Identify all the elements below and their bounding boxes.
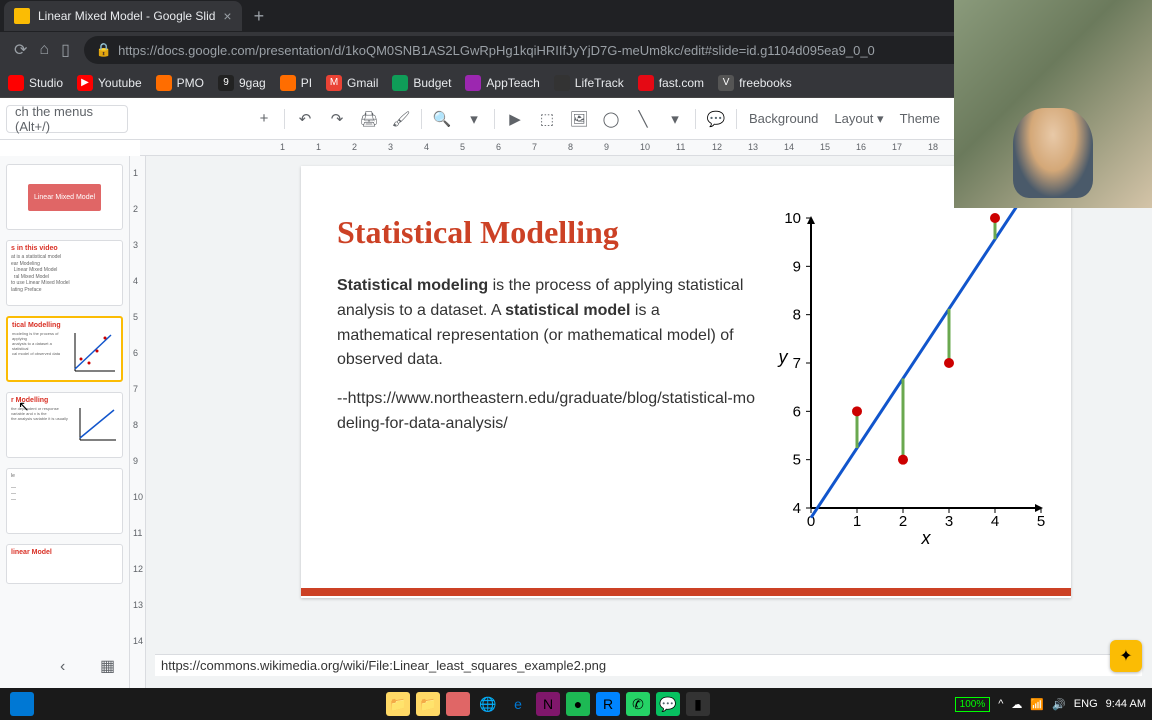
bookmark-studio[interactable]: Studio	[8, 75, 63, 91]
slide-thumb-2[interactable]: s in this video at is a statistical mode…	[6, 240, 123, 306]
shape-tool[interactable]: ◯	[597, 105, 625, 133]
tray-volume-icon[interactable]: 🔊	[1052, 698, 1066, 711]
slide[interactable]: Statistical Modelling Statistical modeli…	[301, 166, 1071, 598]
speaker-notes[interactable]: https://commons.wikimedia.org/wiki/File:…	[155, 654, 1142, 676]
taskbar-app-icon[interactable]	[446, 692, 470, 716]
paint-format-button[interactable]: 🖌	[387, 105, 415, 133]
svg-text:3: 3	[945, 513, 953, 530]
tray-cloud-icon[interactable]: ☁	[1011, 698, 1022, 711]
svg-text:8: 8	[793, 307, 801, 324]
home-icon[interactable]: ⌂	[39, 41, 49, 59]
new-tab-button[interactable]: +	[254, 6, 265, 27]
regression-chart: 01234545678910xy	[771, 208, 1051, 548]
taskbar-folder-icon[interactable]: 📁	[416, 692, 440, 716]
main-area: Linear Mixed Model s in this video at is…	[0, 156, 1152, 692]
taskbar-edge-icon[interactable]: e	[506, 692, 530, 716]
bookmark-freebooks[interactable]: Vfreebooks	[718, 75, 792, 91]
slide-footer-bar	[301, 588, 1071, 596]
reload-icon[interactable]: ⟳	[14, 40, 27, 60]
taskbar-terminal-icon[interactable]: ▮	[686, 692, 710, 716]
slide-thumb-6[interactable]: linear Model	[6, 544, 123, 584]
canvas[interactable]: Statistical Modelling Statistical modeli…	[146, 156, 1152, 692]
slide-thumb-4[interactable]: r Modelling the dependent or response va…	[6, 392, 123, 458]
explore-button[interactable]: ✦	[1110, 640, 1142, 672]
redo-button[interactable]: ↷	[323, 105, 351, 133]
new-slide-button[interactable]: +	[250, 105, 278, 133]
svg-text:4: 4	[793, 500, 801, 517]
bookmark-icon[interactable]: ▯	[61, 40, 70, 60]
slide-title[interactable]: Statistical Modelling	[337, 214, 619, 251]
slide-thumb-5[interactable]: le———	[6, 468, 123, 534]
taskbar-explorer-icon[interactable]: 📁	[386, 692, 410, 716]
tray-time[interactable]: 9:44 AM	[1106, 698, 1146, 710]
search-menus-input[interactable]: ch the menus (Alt+/)	[6, 105, 128, 133]
bookmark-gmail[interactable]: MGmail	[326, 75, 378, 91]
tray-wifi-icon[interactable]: 📶	[1030, 698, 1044, 711]
windows-taskbar: 📁 📁 🌐 e N ● R ✆ 💬 ▮ 100% ^ ☁ 📶 🔊 ENG 9:4…	[0, 688, 1152, 720]
svg-text:5: 5	[793, 452, 801, 469]
slide-thumb-3[interactable]: tical Modelling modeling is the process …	[6, 316, 123, 382]
taskbar-app2-icon[interactable]: R	[596, 692, 620, 716]
bookmark-pmo[interactable]: PMO	[156, 75, 204, 91]
bookmark-pi[interactable]: PI	[280, 75, 312, 91]
taskbar-chrome-icon[interactable]: 🌐	[476, 692, 500, 716]
image-tool[interactable]: 🖼	[565, 105, 593, 133]
svg-text:10: 10	[784, 210, 801, 227]
bookmark-fastcom[interactable]: fast.com	[638, 75, 704, 91]
filmstrip[interactable]: Linear Mixed Model s in this video at is…	[0, 156, 130, 692]
vertical-ruler: 1234567891011121314	[130, 156, 146, 692]
taskbar-whatsapp-icon[interactable]: ✆	[626, 692, 650, 716]
svg-text:y: y	[777, 347, 789, 367]
bookmark-9gag[interactable]: 99gag	[218, 75, 266, 91]
bookmark-budget[interactable]: Budget	[392, 75, 451, 91]
close-tab-icon[interactable]: ×	[223, 8, 231, 24]
svg-text:2: 2	[899, 513, 907, 530]
slide-thumb-1[interactable]: Linear Mixed Model	[6, 164, 123, 230]
bookmark-lifetrack[interactable]: LifeTrack	[554, 75, 624, 91]
undo-button[interactable]: ↶	[291, 105, 319, 133]
svg-text:6: 6	[793, 403, 801, 420]
tab-title: Linear Mixed Model - Google Slid	[38, 9, 215, 23]
svg-text:1: 1	[853, 513, 861, 530]
url-text: https://docs.google.com/presentation/d/1…	[118, 43, 875, 58]
layout-button[interactable]: Layout ▾	[826, 111, 891, 127]
battery-indicator[interactable]: 100%	[955, 697, 991, 712]
webcam-overlay	[954, 0, 1152, 208]
svg-text:7: 7	[793, 355, 801, 372]
svg-text:4: 4	[991, 513, 999, 530]
tray-chevron-icon[interactable]: ^	[998, 698, 1003, 710]
print-button[interactable]: 🖨	[355, 105, 383, 133]
start-button[interactable]	[10, 692, 34, 716]
line-tool[interactable]: ╲	[629, 105, 657, 133]
filmstrip-toggle[interactable]: ‹	[60, 658, 65, 676]
svg-text:x: x	[921, 528, 932, 548]
taskbar-wechat-icon[interactable]: 💬	[656, 692, 680, 716]
zoom-dropdown[interactable]: ▾	[460, 105, 488, 133]
theme-button[interactable]: Theme	[892, 111, 948, 126]
select-tool[interactable]: ▶	[501, 105, 529, 133]
svg-text:9: 9	[793, 258, 801, 275]
grid-view-button[interactable]: ▦	[100, 656, 115, 676]
textbox-tool[interactable]: ⬚	[533, 105, 561, 133]
bookmark-youtube[interactable]: ▶Youtube	[77, 75, 142, 91]
slide-citation: --https://www.northeastern.edu/graduate/…	[337, 387, 757, 437]
zoom-button[interactable]: 🔍	[428, 105, 456, 133]
line-dropdown[interactable]: ▾	[661, 105, 689, 133]
thumb-chart-icon	[67, 331, 117, 375]
slide-body[interactable]: Statistical modeling is the process of a…	[337, 274, 757, 437]
svg-text:5: 5	[1037, 513, 1045, 530]
background-button[interactable]: Background	[741, 111, 826, 126]
taskbar-spotify-icon[interactable]: ●	[566, 692, 590, 716]
browser-tab[interactable]: Linear Mixed Model - Google Slid ×	[4, 1, 242, 31]
comment-button[interactable]: 💬	[702, 105, 730, 133]
bookmark-appteach[interactable]: AppTeach	[465, 75, 539, 91]
taskbar-onenote-icon[interactable]: N	[536, 692, 560, 716]
slides-favicon	[14, 8, 30, 24]
tray-lang[interactable]: ENG	[1074, 698, 1098, 710]
